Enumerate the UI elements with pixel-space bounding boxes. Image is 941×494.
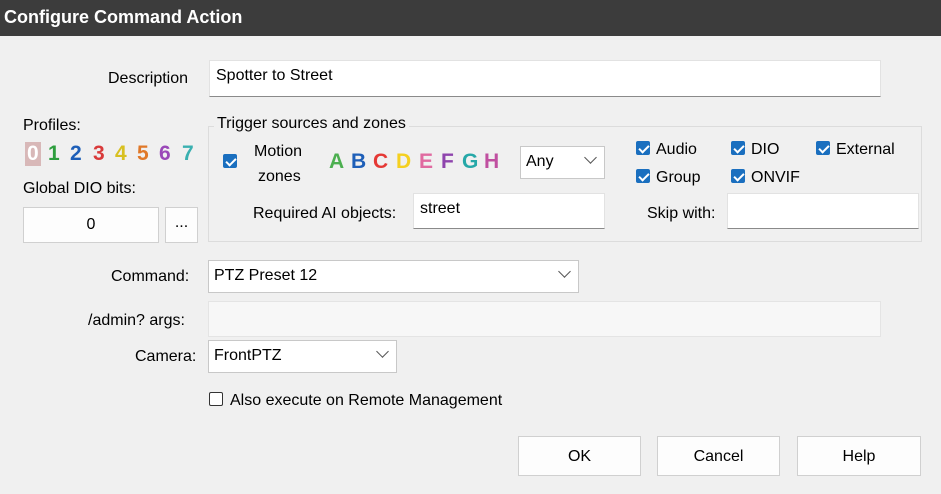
cancel-button[interactable]: Cancel (657, 436, 780, 476)
description-field[interactable]: Spotter to Street (209, 60, 881, 97)
profile-5-toggle[interactable]: 5 (137, 142, 149, 166)
admin-args-label: /admin? args: (88, 312, 185, 329)
zone-b-toggle[interactable]: B (351, 150, 366, 174)
command-value: PTZ Preset 12 (214, 267, 318, 284)
chevron-down-icon (376, 345, 389, 358)
profiles-label: Profiles: (23, 117, 81, 134)
remote-management-checkbox[interactable] (209, 392, 223, 406)
dio-label: DIO (751, 141, 780, 158)
profile-2-toggle[interactable]: 2 (70, 142, 82, 166)
zone-h-toggle[interactable]: H (484, 150, 499, 174)
group-checkbox[interactable] (636, 169, 650, 183)
profile-0-toggle[interactable]: 0 (25, 142, 41, 166)
profile-6-toggle[interactable]: 6 (159, 142, 171, 166)
dio-checkbox[interactable] (731, 141, 745, 155)
camera-dropdown[interactable]: FrontPTZ (208, 340, 397, 373)
profile-7-toggle[interactable]: 7 (182, 142, 194, 166)
skip-with-label: Skip with: (647, 205, 716, 222)
trigger-sources-title: Trigger sources and zones (214, 115, 409, 133)
window-title: Configure Command Action (4, 7, 243, 27)
description-label: Description (108, 70, 189, 87)
zone-g-toggle[interactable]: G (462, 150, 478, 174)
global-dio-bits-button[interactable]: 0 (23, 207, 159, 243)
chevron-down-icon (584, 151, 597, 164)
zone-d-toggle[interactable]: D (396, 150, 411, 174)
camera-value: FrontPTZ (214, 347, 282, 364)
required-ai-label: Required AI objects: (253, 205, 397, 222)
remote-management-label: Also execute on Remote Management (230, 392, 503, 409)
profile-4-toggle[interactable]: 4 (115, 142, 127, 166)
zone-f-toggle[interactable]: F (441, 150, 454, 174)
zone-mode-value: Any (526, 153, 554, 170)
zone-e-toggle[interactable]: E (419, 150, 433, 174)
external-checkbox[interactable] (816, 141, 830, 155)
global-dio-label: Global DIO bits: (23, 180, 136, 197)
audio-label: Audio (656, 141, 697, 158)
global-dio-browse-button[interactable]: ... (165, 207, 198, 243)
motion-zones-label-line2: zones (258, 168, 301, 185)
external-label: External (836, 141, 895, 158)
audio-checkbox[interactable] (636, 141, 650, 155)
admin-args-field[interactable] (208, 301, 881, 337)
ok-button[interactable]: OK (518, 436, 641, 476)
command-label: Command: (111, 268, 190, 285)
camera-label: Camera: (135, 348, 197, 365)
onvif-checkbox[interactable] (731, 169, 745, 183)
profile-3-toggle[interactable]: 3 (93, 142, 105, 166)
profile-1-toggle[interactable]: 1 (48, 142, 60, 166)
dialog-window: Configure Command Action Description Spo… (0, 0, 941, 494)
skip-with-field[interactable] (727, 193, 919, 229)
title-bar: Configure Command Action (0, 0, 941, 36)
group-label: Group (656, 169, 701, 186)
command-dropdown[interactable]: PTZ Preset 12 (208, 260, 579, 293)
chevron-down-icon (558, 265, 571, 278)
zone-a-toggle[interactable]: A (329, 150, 344, 174)
onvif-label: ONVIF (751, 169, 800, 186)
zone-c-toggle[interactable]: C (373, 150, 388, 174)
motion-zones-label-line1: Motion (254, 143, 303, 160)
help-button[interactable]: Help (797, 436, 921, 476)
required-ai-field[interactable]: street (413, 193, 605, 229)
motion-zones-checkbox[interactable] (223, 154, 237, 168)
zone-mode-dropdown[interactable]: Any (520, 146, 605, 179)
